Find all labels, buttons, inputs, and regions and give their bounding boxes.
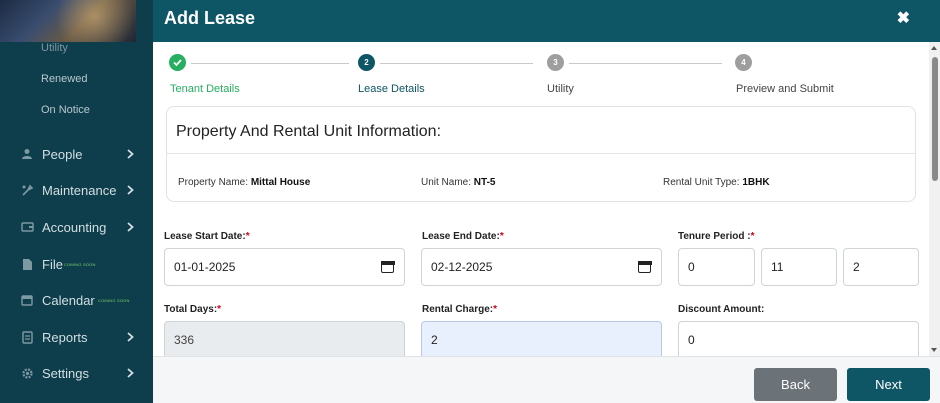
sidebar-subitem-utility[interactable]: Utility — [41, 42, 68, 54]
tenure-period-label: Tenure Period :* — [678, 231, 755, 242]
people-icon — [20, 147, 34, 161]
step-connector — [191, 63, 349, 64]
sidebar-item-label: Accounting — [42, 219, 107, 235]
calendar-picker-icon[interactable] — [380, 260, 395, 273]
tenure-months-input[interactable]: 11 — [761, 248, 837, 286]
next-button[interactable]: Next — [847, 368, 930, 401]
total-days-input: 336 — [164, 321, 405, 356]
file-icon — [20, 257, 34, 271]
unit-name-value: NT-5 — [473, 177, 496, 188]
sidebar-item-label: Reports — [42, 329, 88, 345]
sidebar-subitem-on-notice[interactable]: On Notice — [41, 104, 90, 116]
calendar-picker-icon[interactable] — [637, 260, 652, 273]
scroll-thumb[interactable] — [932, 57, 938, 181]
step-2-circle: 2 — [358, 54, 375, 71]
property-card-title: Property And Rental Unit Information: — [176, 123, 442, 140]
modal-body: 2 3 4 Tenant Details Lease Details Utili… — [153, 42, 940, 356]
unit-type-label: Rental Unit Type: — [663, 177, 740, 188]
chevron-right-icon — [127, 185, 134, 195]
sidebar-item-file[interactable]: File COMING SOON — [0, 252, 153, 276]
modal-title: Add Lease — [164, 8, 256, 28]
back-button[interactable]: Back — [754, 368, 837, 401]
unit-type-field: Rental Unit Type: 1BHK — [663, 177, 770, 188]
step-label-preview-submit: Preview and Submit — [736, 83, 834, 95]
step-label-tenant-details: Tenant Details — [170, 83, 240, 95]
sidebar-item-settings[interactable]: Settings — [0, 361, 153, 385]
calendar-icon — [20, 293, 34, 307]
unit-name-label: Unit Name: — [421, 177, 472, 188]
chevron-right-icon — [127, 149, 134, 159]
scroll-down-arrow-icon[interactable] — [931, 348, 937, 352]
property-name-value: Mittal House — [250, 177, 311, 188]
sidebar-item-label: Maintenance — [42, 182, 117, 198]
sidebar-item-label: Settings — [42, 365, 89, 381]
tenure-years-input[interactable]: 0 — [678, 248, 755, 286]
discount-amount-label: Discount Amount: — [678, 304, 765, 315]
coming-soon-badge: COMING SOON — [98, 298, 130, 303]
divider — [167, 153, 915, 154]
property-name-label: Property Name: — [178, 177, 249, 188]
coming-soon-badge: COMING SOON — [64, 262, 96, 267]
reports-icon — [20, 330, 34, 344]
modal-header: Add Lease ✖ — [153, 0, 940, 42]
sidebar-item-calendar[interactable]: Calendar COMING SOON — [0, 288, 153, 312]
lease-end-label: Lease End Date:* — [422, 231, 504, 242]
step-1-completed-icon — [169, 54, 186, 71]
property-thumbnail — [0, 0, 136, 42]
sidebar-subitem-renewed[interactable]: Renewed — [41, 73, 87, 85]
tenure-days-input[interactable]: 2 — [843, 248, 919, 286]
sidebar-item-accounting[interactable]: Accounting — [0, 215, 153, 239]
total-days-label: Total Days:* — [164, 304, 222, 315]
chevron-right-icon — [127, 222, 134, 232]
chevron-right-icon — [127, 368, 134, 378]
unit-name-field: Unit Name: NT-5 — [421, 177, 495, 188]
discount-amount-input[interactable]: 0 — [678, 321, 919, 356]
settings-icon — [20, 366, 34, 380]
maintenance-icon — [20, 183, 34, 197]
sidebar-item-reports[interactable]: Reports — [0, 325, 153, 349]
step-connector — [380, 63, 533, 64]
sidebar: Utility Renewed On Notice People Mainten… — [0, 0, 153, 403]
rental-charge-input[interactable]: 2 — [421, 321, 662, 356]
step-4-circle: 4 — [735, 54, 752, 71]
accounting-icon — [20, 220, 34, 234]
scroll-up-arrow-icon[interactable] — [931, 46, 937, 50]
sidebar-item-label: Calendar — [42, 292, 95, 308]
chevron-right-icon — [127, 332, 134, 342]
rental-charge-label: Rental Charge:* — [422, 304, 498, 315]
sidebar-item-people[interactable]: People — [0, 142, 153, 166]
property-info-card: Property And Rental Unit Information: Pr… — [166, 106, 916, 202]
close-icon[interactable]: ✖ — [897, 8, 910, 28]
property-name-field: Property Name: Mittal House — [178, 177, 310, 188]
modal-footer: Back Next — [153, 356, 940, 403]
lease-start-label: Lease Start Date:* — [164, 231, 250, 242]
step-connector — [569, 63, 722, 64]
sidebar-item-label: People — [42, 146, 83, 162]
step-label-utility: Utility — [547, 83, 574, 95]
unit-type-value: 1BHK — [742, 177, 770, 188]
lease-start-date-input[interactable]: 01-01-2025 — [164, 248, 405, 286]
sidebar-item-maintenance[interactable]: Maintenance — [0, 178, 153, 202]
lease-end-date-input[interactable]: 02-12-2025 — [421, 248, 662, 286]
sidebar-item-label: File — [42, 256, 63, 272]
step-3-circle: 3 — [547, 54, 564, 71]
step-label-lease-details: Lease Details — [358, 83, 425, 95]
modal-scrollbar[interactable] — [929, 42, 940, 356]
